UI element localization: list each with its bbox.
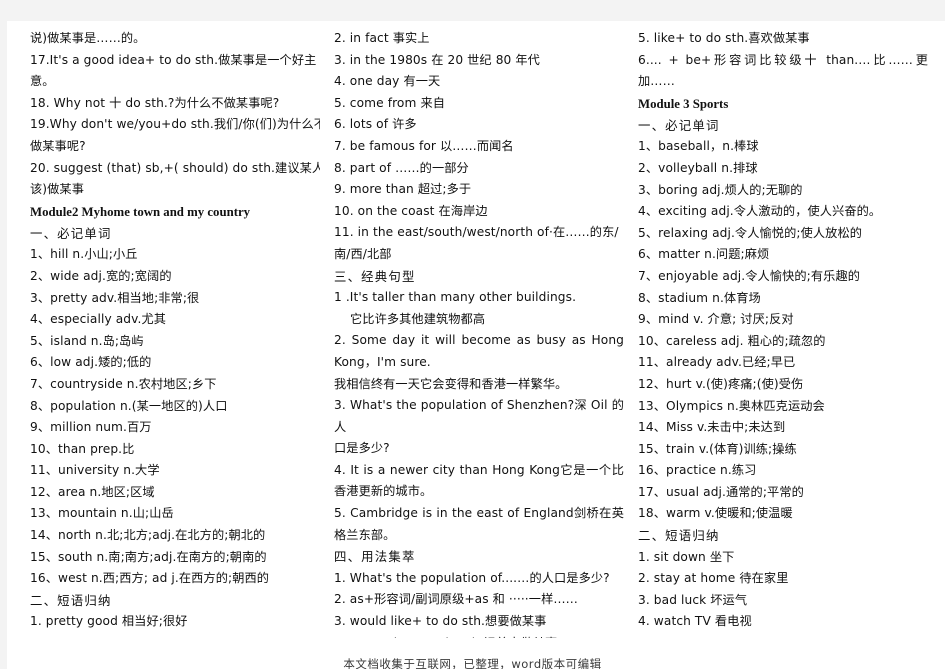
text-line: 1、hill n.小山;小丘	[30, 247, 138, 262]
text-line: 3. bad luck 坏运气	[638, 592, 748, 607]
text-line: 9、million num.百万	[30, 420, 152, 435]
text-line: 4. remember+to do sth.记着去做某事	[334, 633, 624, 638]
section-heading: 一、必记单词	[30, 225, 112, 241]
text-line: 2、wide adj.宽的;宽阔的	[30, 268, 172, 283]
text-line: 11. in the east/south/west/north of·在……的…	[334, 225, 619, 240]
text-line: 3. in the 1980s 在 20 世纪 80 年代	[334, 52, 540, 67]
text-line: 6. lots of 许多	[334, 117, 417, 132]
text-line: 4、especially adv.尤其	[30, 312, 167, 327]
text-line: 2、volleyball n.排球	[638, 160, 758, 175]
section-heading: 一、必记单词	[638, 117, 720, 133]
section-heading: 四、用法集萃	[334, 549, 416, 565]
text-line: 10、than prep.比	[30, 441, 135, 456]
text-line: 2. stay at home 待在家里	[638, 571, 789, 586]
text-line: 17.It's a good idea+ to do sth.做某事是一个好主	[30, 52, 317, 67]
text-line: 15、south n.南;南方;adj.在南方的;朝南的	[30, 549, 267, 564]
text-line: 香港更新的城市。	[334, 484, 433, 499]
text-line: 6、low adj.矮的;低的	[30, 355, 152, 370]
text-line: 4. It is a newer city than Hong Kong它是一个…	[334, 462, 624, 477]
text-line: 15、train v.(体育)训练;操练	[638, 441, 797, 456]
text-line: 19.Why don't we/you+do sth.我们/你(们)为什么不	[30, 117, 320, 132]
footer-watermark: 本文档收集于互联网，已整理，word版本可编辑	[343, 657, 602, 669]
scan-left-margin	[0, 21, 7, 669]
text-line: 4. watch TV 看电视	[638, 614, 752, 629]
text-line: 7、enjoyable adj.令人愉快的;有乐趣的	[638, 268, 861, 283]
right-column: 5. like+ to do sth.喜欢做某事 6.... + be+形容词比较…	[638, 28, 928, 638]
text-line: 加……	[638, 74, 675, 89]
three-column-body: 说)做某事是……的。 17.It's a good idea+ to do sth…	[30, 28, 928, 638]
text-line: 18、warm v.使暖和;使温暖	[638, 506, 793, 521]
text-line: 3. would like+ to do sth.想要做某事	[334, 614, 547, 629]
text-line: 1 .It's taller than many other buildings…	[334, 290, 577, 305]
text-line: 9. more than 超过;多于	[334, 182, 472, 197]
text-line: 意。	[30, 74, 55, 89]
text-line: 3、boring adj.烦人的;无聊的	[638, 182, 803, 197]
text-line: 16、practice n.练习	[638, 463, 757, 478]
text-line: 1. pretty good 相当好;很好	[30, 614, 188, 629]
text-line: 该)做某事	[30, 182, 85, 197]
text-line: 我相信终有一天它会变得和香港一样繁华。	[334, 376, 568, 391]
text-line: 说)做某事是……的。	[30, 31, 146, 45]
module-heading: Module2 Myhome town and my country	[30, 204, 251, 219]
text-line: 做某事呢?	[30, 138, 86, 153]
text-line: 3、pretty adv.相当地;非常;很	[30, 290, 200, 305]
text-line: 南/西/北部	[334, 246, 392, 261]
left-column: 说)做某事是……的。 17.It's a good idea+ to do sth…	[30, 28, 320, 638]
text-line: 5. come from 来自	[334, 95, 446, 110]
section-heading: 二、短语归纳	[30, 592, 112, 608]
text-line: 5、relaxing adj.令人愉悦的;使人放松的	[638, 225, 863, 240]
section-heading: 二、短语归纳	[638, 528, 720, 544]
text-line: 格兰东部。	[334, 527, 396, 542]
text-line: 它比许多其他建筑物都高	[350, 311, 486, 326]
text-line: 14、Miss v.未击中;未达到	[638, 420, 786, 435]
text-line: Kong，I'm sure.	[334, 354, 431, 369]
text-line: 11、already adv.已经;早已	[638, 355, 796, 370]
text-line: 8. part of ……的一部分	[334, 160, 469, 175]
text-line: 17、usual adj.通常的;平常的	[638, 484, 804, 499]
text-line: 2. in fact 事实上	[334, 31, 430, 45]
text-line: 10、careless adj. 粗心的;疏忽的	[638, 333, 826, 348]
text-line: 8、population n.(某一地区的)人口	[30, 398, 228, 413]
text-line: 12、hurt v.(使)疼痛;(使)受伤	[638, 376, 804, 391]
text-line: 6.... + be+形容词比较级十 than.…比……更	[638, 52, 928, 67]
text-line: 7、countryside n.农村地区;乡下	[30, 376, 217, 391]
text-line: 2. Some day it will become as busy as Ho…	[334, 333, 624, 348]
text-line: 5、island n.岛;岛屿	[30, 333, 144, 348]
text-line: 1、baseball，n.棒球	[638, 139, 759, 154]
text-line: 8、stadium n.体育场	[638, 290, 761, 305]
text-line: 5. like+ to do sth.喜欢做某事	[638, 31, 810, 45]
text-line: 18. Why not 十 do sth.?为什么不做某事呢?	[30, 95, 280, 110]
text-line: 口是多少?	[334, 441, 390, 456]
document-page: 说)做某事是……的。 17.It's a good idea+ to do sth…	[0, 0, 945, 669]
module-heading: Module 3 Sports	[638, 96, 729, 111]
text-line: 9、mind v. 介意; 讨厌;反对	[638, 312, 794, 327]
text-line: 13、mountain n.山;山岳	[30, 506, 174, 521]
text-line: 3. What's the population of Shenzhen?深 O…	[334, 398, 624, 434]
text-line: 12、area n.地区;区域	[30, 484, 155, 499]
text-line: 4. one day 有一天	[334, 74, 441, 89]
text-line: 16、west n.西;西方; ad j.在西方的;朝西的	[30, 571, 270, 586]
middle-column: 2. in fact 事实上 3. in the 1980s 在 20 世纪 80…	[334, 28, 624, 638]
text-line: 1. What's the population of....…的人口是多少?	[334, 570, 610, 585]
text-line: 11、university n.大学	[30, 463, 160, 478]
text-line: 14、north n.北;北方;adj.在北方的;朝北的	[30, 528, 266, 543]
text-line: 1. sit down 坐下	[638, 549, 735, 564]
text-line: 10. on the coast 在海岸边	[334, 203, 488, 218]
text-line: 5. Cambridge is in the east of England剑桥…	[334, 506, 624, 521]
text-line: 7. be famous for 以……而闻名	[334, 138, 514, 153]
text-line: 20. suggest (that) sb,+( should) do sth.…	[30, 160, 320, 175]
scan-top-margin	[0, 0, 945, 21]
text-line: 6、matter n.问题;麻烦	[638, 247, 770, 262]
section-heading: 三、经典句型	[334, 268, 416, 284]
text-line: 2. as+形容词/副词原级+as 和 ·····一样……	[334, 592, 578, 607]
text-line: 4、exciting adj.令人激动的，使人兴奋的。	[638, 204, 882, 219]
text-line: 13、Olympics n.奥林匹克运动会	[638, 398, 825, 413]
